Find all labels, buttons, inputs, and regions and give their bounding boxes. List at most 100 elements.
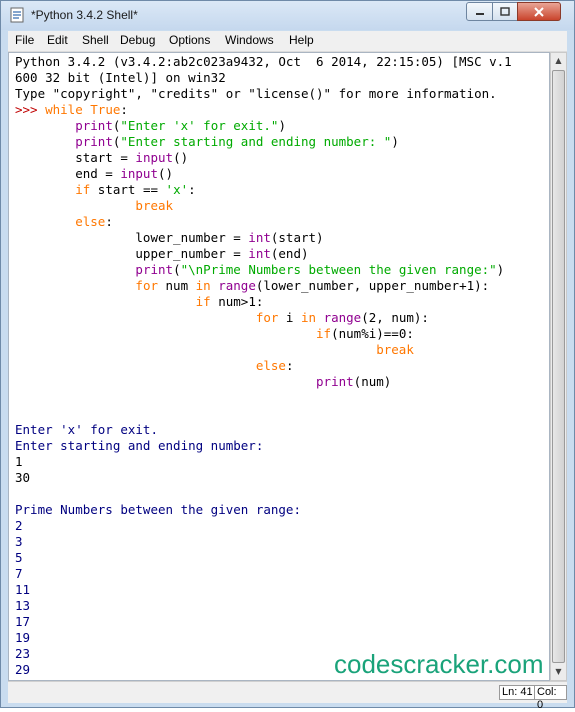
shell-token: num>1: bbox=[210, 294, 264, 309]
shell-token bbox=[15, 214, 75, 229]
shell-token: input bbox=[120, 166, 158, 181]
vertical-scrollbar[interactable]: ▲ ▼ bbox=[550, 52, 567, 681]
shell-token: (end) bbox=[270, 246, 309, 261]
shell-token bbox=[316, 310, 324, 325]
shell-token: lower_number = bbox=[15, 230, 249, 245]
shell-token: if bbox=[75, 182, 91, 197]
menu-shell[interactable]: Shell bbox=[82, 33, 109, 47]
shell-token: () bbox=[158, 166, 174, 181]
shell-token: start = bbox=[15, 150, 136, 165]
shell-token: (2, num): bbox=[361, 310, 429, 325]
shell-token bbox=[15, 374, 316, 389]
menu-windows[interactable]: Windows bbox=[225, 33, 274, 47]
shell-line: 1 bbox=[15, 454, 512, 470]
shell-line: 19 bbox=[15, 630, 512, 646]
shell-line: 600 32 bit (Intel)] on win32 bbox=[15, 70, 512, 86]
shell-token: 19 bbox=[15, 630, 31, 645]
shell-token: Prime Numbers between the given range: bbox=[15, 502, 301, 517]
shell-token: ) bbox=[278, 118, 286, 133]
menu-edit[interactable]: Edit bbox=[47, 33, 68, 47]
shell-token: "Enter starting and ending number: " bbox=[120, 134, 392, 149]
shell-token: 5 bbox=[15, 550, 23, 565]
shell-token: Enter starting and ending number: bbox=[15, 438, 264, 453]
shell-line: print("Enter 'x' for exit.") bbox=[15, 118, 512, 134]
shell-token bbox=[15, 118, 75, 133]
shell-token: print bbox=[316, 374, 354, 389]
shell-line: 7 bbox=[15, 566, 512, 582]
shell-token: (num) bbox=[353, 374, 392, 389]
shell-line: if num>1: bbox=[15, 294, 512, 310]
shell-text-area[interactable]: Python 3.4.2 (v3.4.2:ab2c023a9432, Oct 6… bbox=[8, 52, 550, 681]
shell-token: 11 bbox=[15, 582, 31, 597]
shell-token: break bbox=[135, 198, 174, 213]
shell-token: () bbox=[173, 150, 189, 165]
shell-token: end = bbox=[15, 166, 121, 181]
shell-line: break bbox=[15, 342, 512, 358]
shell-token: start == bbox=[90, 182, 166, 197]
shell-line: Python 3.4.2 (v3.4.2:ab2c023a9432, Oct 6… bbox=[15, 54, 512, 70]
shell-token bbox=[15, 262, 135, 277]
shell-line: Enter 'x' for exit. bbox=[15, 422, 512, 438]
menu-debug[interactable]: Debug bbox=[120, 33, 155, 47]
scroll-up-arrow-icon[interactable]: ▲ bbox=[551, 53, 566, 69]
shell-token: break bbox=[376, 342, 414, 357]
close-button[interactable] bbox=[517, 2, 561, 21]
column-number-status: Col: 0 bbox=[534, 685, 567, 711]
minimize-icon bbox=[475, 13, 484, 15]
shell-token: Python 3.4.2 (v3.4.2:ab2c023a9432, Oct 6… bbox=[15, 54, 512, 69]
shell-line: start = input() bbox=[15, 150, 512, 166]
shell-line: 17 bbox=[15, 614, 512, 630]
shell-token: (lower_number, upper_number+1): bbox=[255, 278, 490, 293]
shell-line: if(num%i)==0: bbox=[15, 326, 512, 342]
shell-line: print("\nPrime Numbers between the given… bbox=[15, 262, 512, 278]
shell-token: upper_number = bbox=[15, 246, 249, 261]
shell-token: else bbox=[75, 214, 106, 229]
shell-line: Type "copyright", "credits" or "license(… bbox=[15, 86, 512, 102]
menu-options[interactable]: Options bbox=[169, 33, 210, 47]
close-icon bbox=[534, 7, 544, 17]
shell-token: 3 bbox=[15, 534, 23, 549]
shell-token: : bbox=[120, 102, 128, 117]
minimize-button[interactable] bbox=[466, 2, 493, 21]
scrollbar-thumb[interactable] bbox=[552, 70, 565, 663]
scroll-down-arrow-icon[interactable]: ▼ bbox=[551, 664, 566, 680]
shell-token: 17 bbox=[15, 614, 31, 629]
shell-line: 11 bbox=[15, 582, 512, 598]
shell-token: in bbox=[195, 278, 211, 293]
shell-token bbox=[15, 310, 256, 325]
shell-line: print("Enter starting and ending number:… bbox=[15, 134, 512, 150]
shell-token: print bbox=[75, 134, 113, 149]
shell-token bbox=[15, 358, 256, 373]
shell-token: print bbox=[135, 262, 174, 277]
shell-token: for bbox=[135, 278, 158, 293]
shell-token: int bbox=[248, 230, 271, 245]
shell-line: 13 bbox=[15, 598, 512, 614]
menu-help[interactable]: Help bbox=[289, 33, 314, 47]
shell-token: 600 32 bit (Intel)] on win32 bbox=[15, 70, 226, 85]
title-bar[interactable]: *Python 3.4.2 Shell* bbox=[1, 1, 574, 30]
maximize-button[interactable] bbox=[492, 2, 518, 21]
shell-token: (start) bbox=[270, 230, 324, 245]
shell-token: print bbox=[75, 118, 113, 133]
shell-token: "\nPrime Numbers between the given range… bbox=[180, 262, 497, 277]
menu-file[interactable]: File bbox=[15, 33, 34, 47]
shell-token: int bbox=[248, 246, 271, 261]
shell-token: 2 bbox=[15, 518, 23, 533]
shell-line: for i in range(2, num): bbox=[15, 310, 512, 326]
shell-token bbox=[15, 198, 135, 213]
shell-token: : bbox=[188, 182, 196, 197]
shell-token: ( bbox=[173, 262, 181, 277]
shell-token: "Enter 'x' for exit." bbox=[120, 118, 279, 133]
shell-token: 13 bbox=[15, 598, 31, 613]
shell-token: ) bbox=[496, 262, 505, 277]
shell-token: input bbox=[135, 150, 174, 165]
shell-token: for bbox=[255, 310, 279, 325]
shell-token bbox=[15, 182, 75, 197]
shell-line: >>> while True: bbox=[15, 102, 512, 118]
window-title: *Python 3.4.2 Shell* bbox=[31, 8, 138, 22]
shell-token: while bbox=[45, 102, 83, 117]
menu-bar: File Edit Shell Debug Options Windows He… bbox=[8, 31, 567, 52]
shell-line: 30 bbox=[15, 470, 512, 486]
